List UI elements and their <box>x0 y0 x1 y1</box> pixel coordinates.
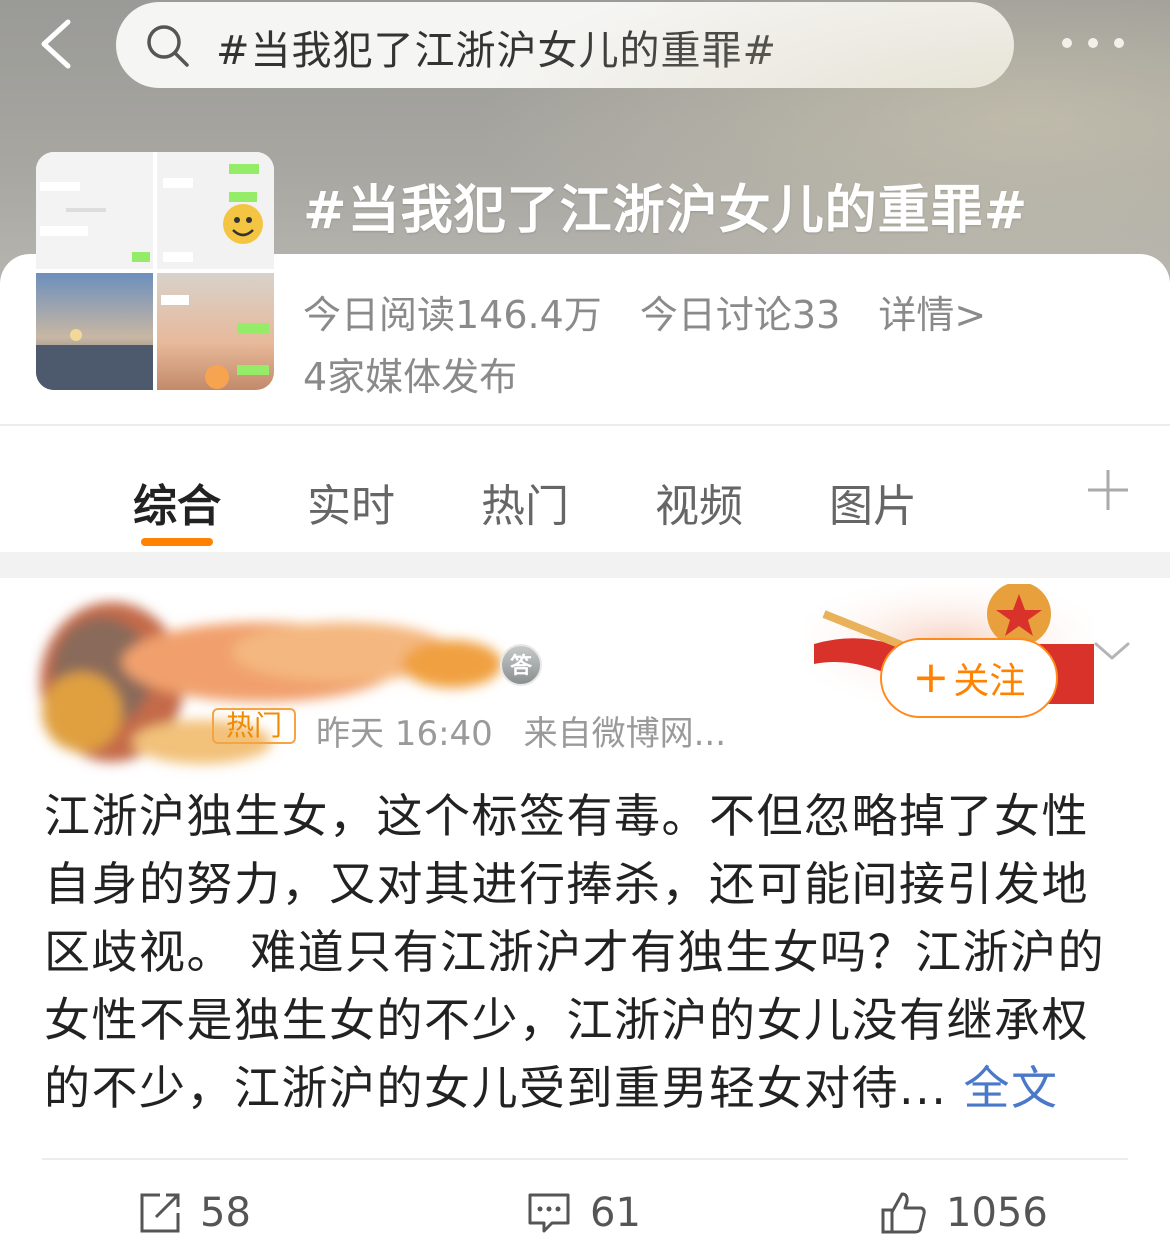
follow-label: 关注 <box>953 661 1026 702</box>
post-time: 昨天 16:40 <box>316 714 493 754</box>
chevron-down-icon[interactable] <box>1092 636 1132 666</box>
hot-tag: 热门 <box>212 708 296 744</box>
comment-button[interactable]: 61 <box>526 1188 641 1238</box>
tab-comprehensive[interactable]: 综合 <box>133 470 221 534</box>
follow-button[interactable]: + 关注 <box>880 638 1058 718</box>
answerer-badge: 答 <box>500 644 542 686</box>
tab-bar: 综合 实时 热门 视频 图片 <box>0 424 1170 552</box>
post-meta: 昨天 16:40 来自微博网... <box>316 706 746 755</box>
comment-count: 61 <box>590 1190 641 1236</box>
topic-stats: 今日阅读146.4万 今日讨论33 详情> <box>303 284 1012 339</box>
plus-icon[interactable] <box>1086 468 1130 512</box>
search-icon <box>147 25 189 67</box>
topic-cover-image <box>36 152 274 390</box>
post-source: 来自微博网... <box>523 714 727 754</box>
tab-video[interactable]: 视频 <box>655 470 743 534</box>
reads-today: 今日阅读146.4万 <box>303 293 602 337</box>
more-icon[interactable] <box>1058 30 1138 60</box>
plus-icon: + <box>912 652 950 703</box>
repost-icon <box>140 1193 180 1233</box>
discussions-today: 今日讨论33 <box>639 293 841 337</box>
post-text: 江浙沪独生女，这个标签有毒。不但忽略掉了女性自身的努力，又对其进行捧杀，还可能间… <box>44 789 1106 1115</box>
like-icon <box>881 1192 926 1234</box>
repost-count: 58 <box>200 1190 251 1236</box>
search-query[interactable]: #当我犯了江浙沪女儿的重罪# <box>216 18 777 76</box>
tab-hot[interactable]: 热门 <box>481 470 569 534</box>
repost-button[interactable]: 58 <box>138 1188 251 1238</box>
back-arrow-icon[interactable] <box>30 14 90 74</box>
search-bar[interactable]: #当我犯了江浙沪女儿的重罪# <box>116 2 1014 88</box>
divider <box>42 1158 1128 1160</box>
comment-icon <box>528 1193 570 1233</box>
post-body[interactable]: 江浙沪独生女，这个标签有毒。不但忽略掉了女性自身的努力，又对其进行捧杀，还可能间… <box>44 782 1134 1122</box>
full-text-link[interactable]: 全文 <box>964 1061 1059 1115</box>
tab-realtime[interactable]: 实时 <box>307 470 395 534</box>
topic-title: #当我犯了江浙沪女儿的重罪# <box>303 181 1029 241</box>
like-button[interactable]: 1056 <box>880 1188 1048 1238</box>
like-count: 1056 <box>946 1190 1048 1236</box>
active-tab-indicator <box>141 538 213 546</box>
media-count[interactable]: 4家媒体发布 <box>303 346 517 401</box>
details-link[interactable]: 详情> <box>878 293 986 337</box>
tab-images[interactable]: 图片 <box>829 470 917 534</box>
